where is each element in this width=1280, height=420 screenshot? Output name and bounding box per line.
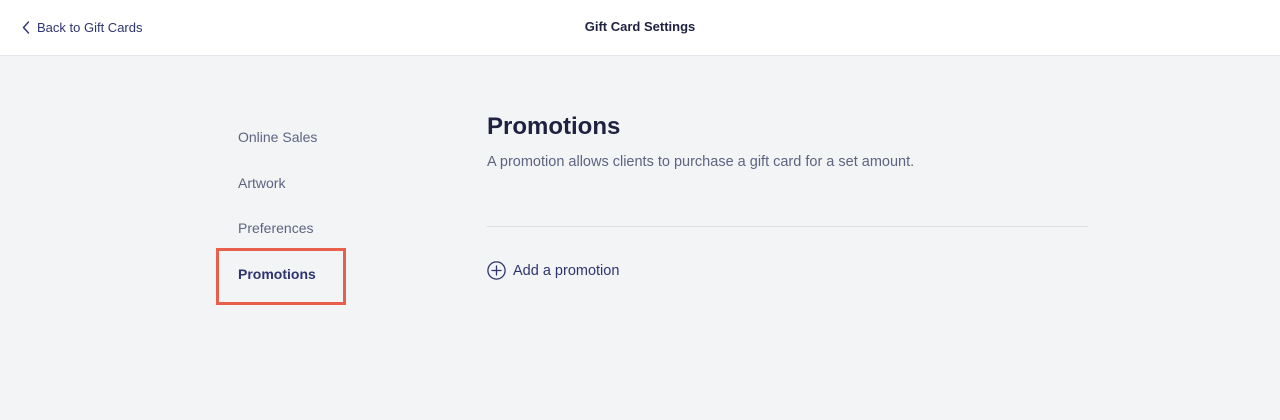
section-title: Promotions (487, 113, 621, 140)
sidebar-item-online-sales[interactable]: Online Sales (238, 129, 317, 145)
sidebar-item-promotions[interactable]: Promotions (238, 266, 316, 282)
sidebar-item-preferences[interactable]: Preferences (238, 220, 313, 236)
plus-circle-icon (487, 261, 506, 280)
page-title: Gift Card Settings (584, 19, 696, 34)
sidebar-item-artwork[interactable]: Artwork (238, 175, 285, 191)
add-promotion-button[interactable]: Add a promotion (487, 261, 619, 280)
divider (487, 226, 1088, 227)
top-bar: Back to Gift Cards Gift Card Settings (0, 0, 1280, 56)
promotions-section: Promotions A promotion allows clients to… (487, 112, 1088, 280)
add-promotion-label: Add a promotion (513, 262, 620, 279)
section-description: A promotion allows clients to purchase a… (487, 154, 915, 170)
